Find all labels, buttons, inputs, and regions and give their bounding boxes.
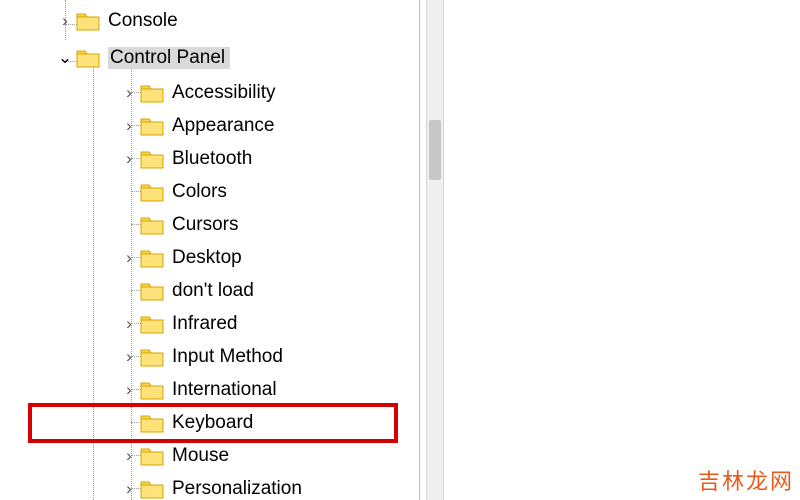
tree-item-mouse[interactable]: › Mouse <box>0 439 419 472</box>
tree-item-personalization[interactable]: › Personalization <box>0 472 419 500</box>
tree-item-label: International <box>172 379 277 401</box>
folder-icon <box>140 115 164 137</box>
folder-icon <box>140 445 164 467</box>
chevron-right-icon[interactable]: › <box>118 446 140 466</box>
chevron-right-icon[interactable]: › <box>118 380 140 400</box>
tree-item-accessibility[interactable]: › Accessibility <box>0 76 419 109</box>
chevron-right-icon[interactable]: › <box>118 347 140 367</box>
folder-icon <box>140 412 164 434</box>
tree-item-label: Control Panel <box>108 47 230 69</box>
tree-item-bluetooth[interactable]: › Bluetooth <box>0 142 419 175</box>
tree-item-label: Appearance <box>172 115 274 137</box>
folder-icon <box>140 214 164 236</box>
tree-item-label: Personalization <box>172 478 302 500</box>
folder-icon <box>76 47 100 69</box>
chevron-right-icon[interactable]: › <box>54 11 76 31</box>
tree-item-international[interactable]: › International <box>0 373 419 406</box>
folder-icon <box>140 478 164 500</box>
vertical-scrollbar[interactable] <box>426 0 444 500</box>
tree-item-cursors[interactable]: Cursors <box>0 208 419 241</box>
folder-icon <box>140 379 164 401</box>
chevron-right-icon[interactable]: › <box>118 248 140 268</box>
tree-item-label: Colors <box>172 181 227 203</box>
tree-item-label: Console <box>108 10 178 32</box>
tree-item-console[interactable]: › Console <box>0 2 419 39</box>
chevron-right-icon[interactable]: › <box>118 83 140 103</box>
tree-item-don-t-load[interactable]: don't load <box>0 274 419 307</box>
tree-item-colors[interactable]: Colors <box>0 175 419 208</box>
folder-icon <box>140 313 164 335</box>
folder-icon <box>140 82 164 104</box>
tree-item-desktop[interactable]: › Desktop <box>0 241 419 274</box>
tree-item-label: Keyboard <box>172 412 253 434</box>
tree-item-label: Cursors <box>172 214 239 236</box>
folder-icon <box>140 280 164 302</box>
chevron-right-icon[interactable]: › <box>118 479 140 499</box>
watermark: 吉林龙网 <box>698 464 794 496</box>
tree-item-label: Input Method <box>172 346 283 368</box>
folder-icon <box>76 10 100 32</box>
tree-item-control-panel[interactable]: ⌄ Control Panel <box>0 39 419 76</box>
tree-item-label: Mouse <box>172 445 229 467</box>
tree-item-label: Infrared <box>172 313 237 335</box>
folder-icon <box>140 148 164 170</box>
chevron-right-icon[interactable]: › <box>118 116 140 136</box>
folder-icon <box>140 346 164 368</box>
chevron-down-icon[interactable]: ⌄ <box>54 48 76 68</box>
tree-item-label: Bluetooth <box>172 148 252 170</box>
tree-item-infrared[interactable]: › Infrared <box>0 307 419 340</box>
tree-item-keyboard[interactable]: Keyboard <box>0 406 419 439</box>
tree-item-input-method[interactable]: › Input Method <box>0 340 419 373</box>
folder-icon <box>140 181 164 203</box>
folder-icon <box>140 247 164 269</box>
registry-tree: › Console ⌄ Control Panel › Accessibility › App… <box>0 0 419 500</box>
tree-panel: › Console ⌄ Control Panel › Accessibility › App… <box>0 0 420 500</box>
tree-item-appearance[interactable]: › Appearance <box>0 109 419 142</box>
tree-item-label: Accessibility <box>172 82 275 104</box>
chevron-right-icon[interactable]: › <box>118 314 140 334</box>
chevron-right-icon[interactable]: › <box>118 149 140 169</box>
tree-item-label: don't load <box>172 280 254 302</box>
scroll-thumb[interactable] <box>429 120 441 180</box>
tree-item-label: Desktop <box>172 247 242 269</box>
